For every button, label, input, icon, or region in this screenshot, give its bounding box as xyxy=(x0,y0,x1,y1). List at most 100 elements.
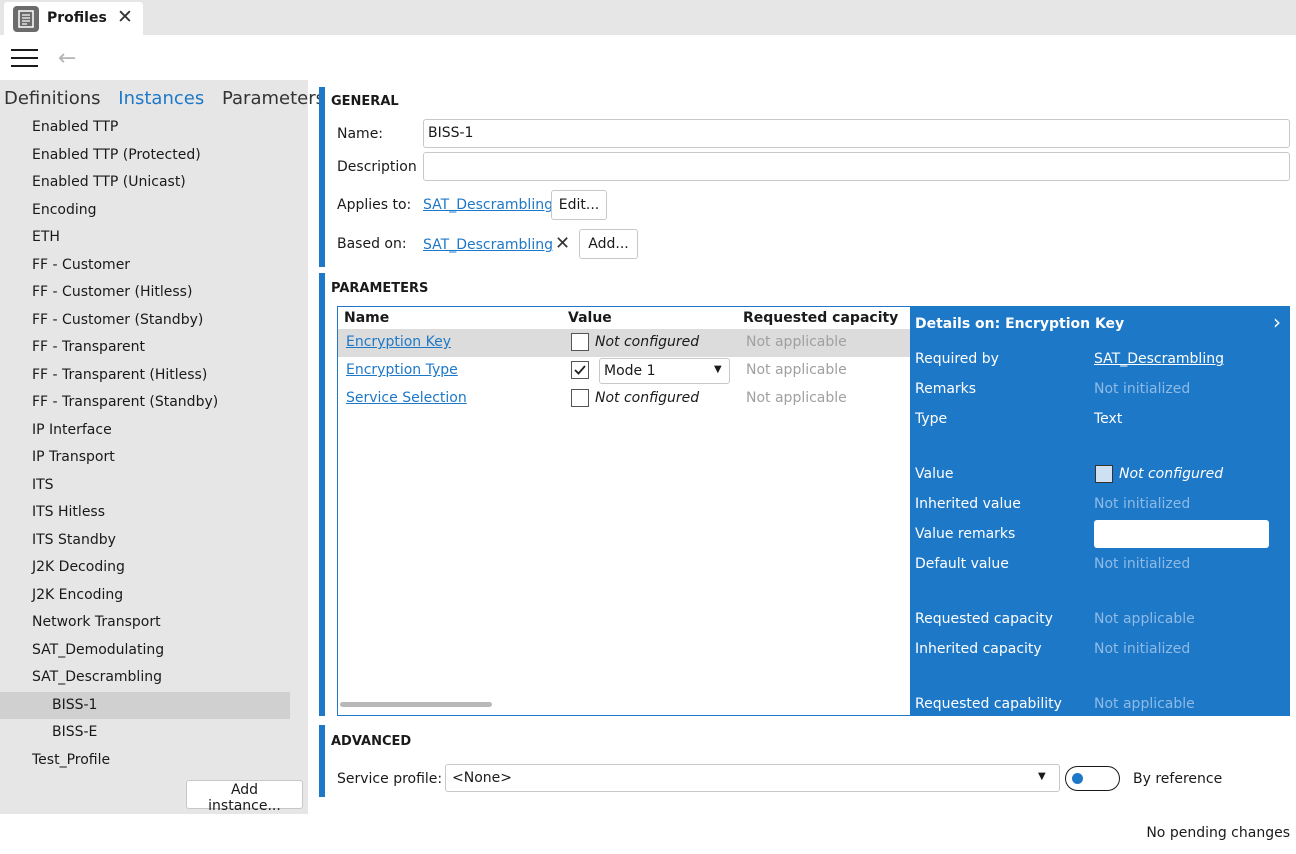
value-remarks-input[interactable] xyxy=(1094,520,1269,548)
parameters-table: Name Value Requested capacity Encryption… xyxy=(337,306,911,716)
list-item[interactable]: Enabled TTP (Protected) xyxy=(0,142,290,169)
parameters-section-bar xyxy=(319,273,325,716)
service-profile-dropdown[interactable]: <None> ▼ xyxy=(445,764,1060,792)
general-section-bar xyxy=(319,87,325,267)
advanced-heading: ADVANCED xyxy=(331,734,412,749)
value-checkbox[interactable] xyxy=(1095,465,1113,483)
table-row[interactable]: Encryption Key Not configured Not applic… xyxy=(338,329,910,357)
mode-dropdown-value: Mode 1 xyxy=(604,363,656,379)
table-row[interactable]: Encryption Type Mode 1 ▼ Not applicable xyxy=(338,357,910,385)
service-profile-label: Service profile: xyxy=(337,771,443,787)
requested-capacity-value: Not applicable xyxy=(1094,611,1195,627)
table-header: Name Value Requested capacity xyxy=(338,307,910,329)
list-item[interactable]: FF - Transparent (Standby) xyxy=(0,389,290,416)
tab-title: Profiles xyxy=(47,10,107,26)
column-header-name[interactable]: Name xyxy=(344,310,389,326)
value-remarks-label: Value remarks xyxy=(915,526,1016,542)
chevron-right-icon[interactable]: › xyxy=(1273,310,1281,334)
default-value-label: Default value xyxy=(915,556,1009,572)
list-item[interactable]: FF - Transparent (Hitless) xyxy=(0,362,290,389)
requested-capability-value: Not applicable xyxy=(1094,696,1195,712)
requested-capacity-label: Requested capacity xyxy=(915,611,1053,627)
general-heading: GENERAL xyxy=(331,94,399,109)
param-name-link[interactable]: Encryption Type xyxy=(346,362,458,378)
applies-to-link[interactable]: SAT_Descrambling xyxy=(423,197,553,213)
tab-definitions[interactable]: Definitions xyxy=(4,88,101,109)
list-item[interactable]: IP Interface xyxy=(0,417,290,444)
requested-capability-label: Requested capability xyxy=(915,696,1062,712)
inherited-capacity-value: Not initialized xyxy=(1094,641,1191,657)
description-input[interactable] xyxy=(423,152,1290,181)
param-name-link[interactable]: Encryption Key xyxy=(346,334,451,350)
column-header-capacity[interactable]: Requested capacity xyxy=(743,310,898,326)
tab-strip: Profiles ✕ xyxy=(0,0,1296,35)
column-header-value[interactable]: Value xyxy=(568,310,612,326)
list-item[interactable]: SAT_Descrambling xyxy=(0,664,290,691)
remove-icon[interactable]: ✕ xyxy=(555,233,570,254)
parameters-heading: PARAMETERS xyxy=(331,281,429,296)
list-item[interactable]: ITS Hitless xyxy=(0,499,290,526)
edit-button[interactable]: Edit... xyxy=(551,190,607,220)
type-value: Text xyxy=(1094,411,1123,427)
value-checkbox[interactable] xyxy=(571,361,589,379)
inherited-capacity-label: Inherited capacity xyxy=(915,641,1042,657)
list-item[interactable]: ITS xyxy=(0,472,290,499)
by-reference-toggle[interactable] xyxy=(1065,766,1120,791)
value-checkbox[interactable] xyxy=(571,333,589,351)
param-capacity: Not applicable xyxy=(746,362,847,378)
list-item[interactable]: BISS-E xyxy=(0,719,290,746)
list-item[interactable]: Enabled TTP (Unicast) xyxy=(0,169,290,196)
list-item[interactable]: FF - Customer xyxy=(0,252,290,279)
tab-profiles[interactable]: Profiles ✕ xyxy=(4,2,143,35)
list-item[interactable]: Network Transport xyxy=(0,609,290,636)
left-tabs: Definitions Instances Parameters xyxy=(4,88,337,109)
list-item[interactable]: Encoding xyxy=(0,197,290,224)
status-text: No pending changes xyxy=(1146,825,1290,841)
inherited-value-value: Not initialized xyxy=(1094,496,1191,512)
list-item[interactable]: FF - Customer (Standby) xyxy=(0,307,290,334)
description-label: Description xyxy=(337,159,417,175)
back-arrow-icon[interactable]: ← xyxy=(58,46,76,71)
default-value-value: Not initialized xyxy=(1094,556,1191,572)
tab-instances[interactable]: Instances xyxy=(118,88,204,109)
service-profile-value: <None> xyxy=(452,770,512,786)
table-row[interactable]: Service Selection Not configured Not app… xyxy=(338,385,910,413)
list-item[interactable]: IP Transport xyxy=(0,444,290,471)
value-label: Value xyxy=(915,466,954,482)
list-item[interactable]: ETH xyxy=(0,224,290,251)
name-input[interactable]: BISS-1 xyxy=(423,119,1290,148)
horizontal-scrollbar[interactable] xyxy=(340,702,492,707)
tab-parameters[interactable]: Parameters xyxy=(222,88,325,109)
advanced-section-bar xyxy=(319,725,325,797)
based-on-link[interactable]: SAT_Descrambling xyxy=(423,237,553,253)
add-based-on-button[interactable]: Add... xyxy=(579,229,638,259)
mode-dropdown[interactable]: Mode 1 ▼ xyxy=(599,358,730,384)
param-capacity: Not applicable xyxy=(746,390,847,406)
list-item[interactable]: Test_Profile xyxy=(0,747,290,774)
based-on-label: Based on: xyxy=(337,236,407,252)
document-icon xyxy=(13,6,39,32)
add-instance-button[interactable]: Add instance... xyxy=(186,780,303,814)
param-name-link[interactable]: Service Selection xyxy=(346,390,467,406)
required-by-link[interactable]: SAT_Descrambling xyxy=(1094,351,1224,367)
param-value: Not configured xyxy=(595,390,700,406)
list-item[interactable]: J2K Decoding xyxy=(0,554,290,581)
list-item[interactable]: ITS Standby xyxy=(0,527,290,554)
remarks-label: Remarks xyxy=(915,381,977,397)
list-item[interactable]: FF - Transparent xyxy=(0,334,290,361)
list-item[interactable]: FF - Customer (Hitless) xyxy=(0,279,290,306)
by-reference-label: By reference xyxy=(1133,771,1223,787)
caret-down-icon: ▼ xyxy=(1038,771,1046,782)
inherited-value-label: Inherited value xyxy=(915,496,1021,512)
list-item[interactable]: Enabled TTP xyxy=(0,114,290,141)
param-capacity: Not applicable xyxy=(746,334,847,350)
close-icon[interactable]: ✕ xyxy=(117,8,133,27)
type-label: Type xyxy=(915,411,948,427)
hamburger-icon[interactable] xyxy=(11,49,38,69)
details-panel: Details on: Encryption Key › Required by… xyxy=(910,306,1290,716)
list-item[interactable]: BISS-1 xyxy=(0,691,290,719)
list-item[interactable]: J2K Encoding xyxy=(0,582,290,609)
list-item[interactable]: SAT_Demodulating xyxy=(0,637,290,664)
value-checkbox[interactable] xyxy=(571,389,589,407)
details-title: Details on: Encryption Key xyxy=(915,316,1125,332)
